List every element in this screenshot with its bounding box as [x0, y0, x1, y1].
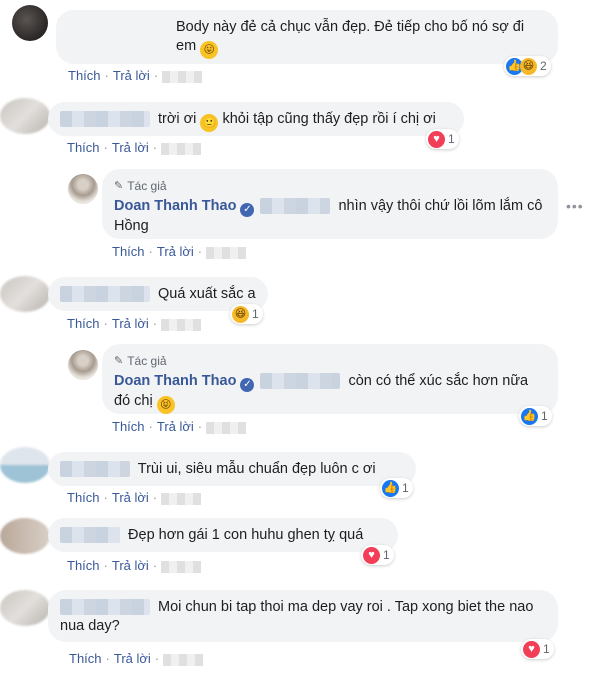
comment-bubble: Body này đẻ cả chục vẫn đẹp. Đẻ tiếp cho…: [56, 10, 558, 64]
author-tag-label: Tác giả: [127, 354, 167, 368]
like-link[interactable]: Thích: [112, 244, 145, 259]
blurred-commenter-name: [60, 599, 150, 616]
reaction-count: 2: [540, 59, 547, 73]
haha-reaction-icon: 😆: [232, 305, 249, 323]
reaction-count: 1: [543, 642, 550, 656]
love-reaction-icon: ♥: [363, 546, 380, 564]
avatar[interactable]: [0, 447, 50, 483]
reply-link[interactable]: Trả lời: [112, 490, 149, 505]
reaction-summary[interactable]: 😆 1: [230, 304, 263, 324]
reaction-count: 1: [402, 481, 409, 495]
reaction-summary[interactable]: 👍 1: [519, 406, 552, 426]
comment-bubble: trời ơi 🙂 khỏi tập cũng thấy đẹp rồi í c…: [48, 102, 464, 136]
avatar[interactable]: [12, 5, 48, 41]
avatar[interactable]: [0, 590, 50, 626]
reaction-count: 1: [541, 409, 548, 423]
reaction-summary[interactable]: ♥ 1: [521, 639, 554, 659]
timestamp[interactable]: [163, 653, 204, 666]
reaction-count: 1: [448, 132, 455, 146]
author-tag-label: Tác giả: [127, 179, 167, 193]
smile-emoji-icon: 🙂: [200, 114, 219, 132]
author-avatar[interactable]: [68, 174, 98, 204]
reply-bubble: ✎ Tác giả Doan Thanh Thao ✓ nhìn vậy thôi …: [102, 169, 558, 239]
comment-text: trời ơi: [158, 111, 197, 127]
verified-badge-icon: ✓: [240, 203, 255, 217]
like-link[interactable]: Thích: [68, 68, 101, 83]
comment-actions: Thích · Trả lời ·: [67, 316, 202, 331]
reply-link[interactable]: Trả lời: [114, 651, 151, 666]
timestamp[interactable]: [162, 70, 203, 83]
timestamp[interactable]: [206, 246, 247, 259]
avatar[interactable]: [0, 98, 50, 134]
author-avatar[interactable]: [68, 350, 98, 380]
reply-link[interactable]: Trả lời: [113, 68, 150, 83]
like-link[interactable]: Thích: [67, 140, 100, 155]
reply-link[interactable]: Trả lời: [112, 316, 149, 331]
tongue-emoji-icon: 😝: [156, 396, 175, 414]
comment-text-continued: khỏi tập cũng thấy đẹp rồi í chị ơi: [222, 111, 436, 127]
tongue-emoji-icon: 😛: [200, 41, 219, 59]
like-link[interactable]: Thích: [67, 490, 100, 505]
reaction-summary[interactable]: ♥ 1: [426, 129, 459, 149]
blurred-commenter-name: [60, 461, 130, 478]
comment-actions: Thích · Trả lời ·: [67, 558, 202, 573]
comment-actions: Thích · Trả lời ·: [112, 419, 247, 434]
haha-reaction-icon: 😆: [520, 57, 537, 75]
love-reaction-icon: ♥: [523, 640, 540, 658]
comment-text: Đẹp hơn gái 1 con huhu ghen tỵ quá: [128, 527, 364, 543]
comment-text: Body này đẻ cả chục vẫn đẹp. Đẻ tiếp cho…: [176, 19, 525, 54]
blurred-commenter-name: [60, 527, 120, 544]
pen-icon: ✎: [114, 355, 124, 367]
blurred-tagged-name: [260, 198, 331, 215]
more-options-icon[interactable]: •••: [566, 198, 584, 214]
reaction-count: 1: [252, 307, 259, 321]
comment-actions: Thích · Trả lời ·: [68, 68, 203, 83]
reaction-summary[interactable]: 👍 1: [380, 478, 413, 498]
like-reaction-icon: 👍: [382, 479, 399, 497]
reaction-summary[interactable]: 👍 😆 2: [504, 56, 551, 76]
timestamp[interactable]: [161, 492, 202, 505]
author-name[interactable]: Doan Thanh Thao: [114, 198, 236, 214]
comment-bubble: Moi chun bi tap thoi ma dep vay roi . Ta…: [48, 590, 558, 642]
timestamp[interactable]: [206, 421, 247, 434]
like-link[interactable]: Thích: [69, 651, 102, 666]
comment-text: Quá xuất sắc a: [158, 286, 256, 302]
avatar[interactable]: [0, 276, 50, 312]
blurred-tagged-name: [260, 373, 341, 390]
reply-link[interactable]: Trả lời: [112, 558, 149, 573]
blurred-commenter-name: [60, 286, 150, 303]
timestamp[interactable]: [161, 318, 202, 331]
like-reaction-icon: 👍: [521, 407, 538, 425]
comment-actions: Thích · Trả lời ·: [67, 140, 202, 155]
author-tag: ✎ Tác giả: [114, 177, 546, 196]
author-name[interactable]: Doan Thanh Thao: [114, 373, 236, 389]
timestamp[interactable]: [161, 142, 202, 155]
comment-bubble: Trùi ui, siêu mẫu chuẩn đẹp luôn c ơi: [48, 452, 416, 486]
avatar[interactable]: [0, 518, 50, 554]
comment-text: Trùi ui, siêu mẫu chuẩn đẹp luôn c ơi: [137, 461, 376, 477]
timestamp[interactable]: [161, 560, 202, 573]
verified-badge-icon: ✓: [240, 378, 255, 392]
love-reaction-icon: ♥: [428, 130, 445, 148]
blurred-commenter-name: [60, 111, 150, 128]
pen-icon: ✎: [114, 180, 124, 192]
like-link[interactable]: Thích: [67, 558, 100, 573]
like-link[interactable]: Thích: [67, 316, 100, 331]
like-link[interactable]: Thích: [112, 419, 145, 434]
reply-link[interactable]: Trả lời: [157, 419, 194, 434]
comment-actions: Thích · Trả lời ·: [69, 651, 204, 666]
reply-link[interactable]: Trả lời: [157, 244, 194, 259]
reaction-summary[interactable]: ♥ 1: [361, 545, 394, 565]
reply-bubble: ✎ Tác giả Doan Thanh Thao ✓ còn có thể xúc…: [102, 344, 558, 414]
reaction-count: 1: [383, 548, 390, 562]
comment-bubble: Đẹp hơn gái 1 con huhu ghen tỵ quá: [48, 518, 398, 552]
comment-actions: Thích · Trả lời ·: [112, 244, 247, 259]
comment-actions: Thích · Trả lời ·: [67, 490, 202, 505]
reply-link[interactable]: Trả lời: [112, 140, 149, 155]
author-tag: ✎ Tác giả: [114, 352, 546, 371]
